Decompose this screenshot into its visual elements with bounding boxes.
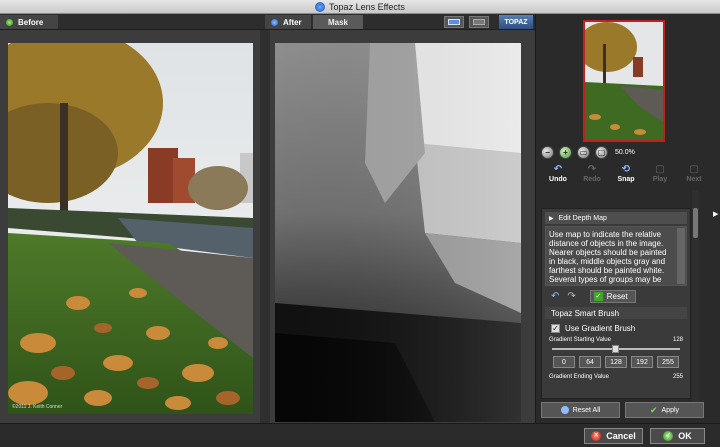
redo-icon: ↷ bbox=[587, 164, 597, 175]
preset-192-button[interactable]: 192 bbox=[631, 356, 653, 368]
slider-knob[interactable] bbox=[612, 345, 619, 353]
split-view-button[interactable] bbox=[469, 16, 489, 28]
tab-mask[interactable]: Mask bbox=[313, 15, 363, 29]
smart-brush-header: Topaz Smart Brush bbox=[545, 307, 687, 319]
gradient-end-value: 255 bbox=[672, 374, 683, 380]
redo-button[interactable]: ↷ Redo bbox=[575, 164, 609, 188]
window-title: Topaz Lens Effects bbox=[329, 1, 405, 12]
cancel-label: Cancel bbox=[606, 431, 636, 441]
settings-panel: ▶ Edit Depth Map Use map to indicate the… bbox=[541, 208, 691, 399]
use-gradient-label: Use Gradient Brush bbox=[565, 323, 636, 333]
reset-all-button[interactable]: Reset All bbox=[541, 402, 620, 418]
gradient-start-label: Gradient Starting Value bbox=[549, 337, 611, 343]
tab-mask-label: Mask bbox=[327, 17, 348, 27]
after-dot-icon bbox=[271, 18, 278, 26]
depth-map-undo-row: ↶ ↷ ✓ Reset bbox=[545, 289, 687, 303]
zoom-in-icon[interactable]: + bbox=[559, 145, 572, 159]
reset-all-label: Reset All bbox=[572, 406, 601, 414]
gradient-start-value: 128 bbox=[672, 337, 683, 343]
navigator-thumbnail[interactable] bbox=[583, 20, 665, 142]
snap-label: Snap bbox=[617, 176, 635, 183]
panel-scrollbar[interactable] bbox=[692, 190, 699, 411]
zoom-out-icon[interactable]: − bbox=[541, 145, 554, 159]
reset-label: Reset bbox=[606, 291, 628, 301]
brush-redo-icon[interactable]: ↷ bbox=[567, 291, 575, 302]
depth-mask-svg bbox=[275, 43, 521, 422]
use-gradient-checkbox[interactable]: ✓ bbox=[551, 323, 560, 333]
fit-icon[interactable]: ▭ bbox=[577, 145, 590, 159]
actual-size-icon[interactable]: ▢ bbox=[595, 145, 608, 159]
gradient-end-row: Gradient Ending Value 255 bbox=[545, 374, 687, 380]
check-icon: ✓ bbox=[593, 291, 603, 301]
preview-tabbar: Before After Mask TOPAZ bbox=[0, 14, 535, 30]
footer-bar: ✕ Cancel ✓ OK bbox=[0, 423, 720, 447]
gradient-presets: 0 64 128 192 255 bbox=[545, 356, 687, 368]
topaz-app-icon bbox=[315, 1, 326, 12]
history-toolbar: ↶ Undo ↷ Redo ⟲ Snap ▢ Play ▢ Next bbox=[541, 164, 711, 188]
undo-button[interactable]: ↶ Undo bbox=[541, 164, 575, 188]
undo-label: Undo bbox=[549, 176, 567, 183]
brush-undo-icon[interactable]: ↶ bbox=[551, 291, 559, 302]
gradient-start-row: Gradient Starting Value 128 bbox=[545, 337, 687, 343]
ok-button[interactable]: ✓ OK bbox=[650, 428, 705, 444]
control-panel: − + ▭ ▢ 50.0% ↶ Undo ↷ Redo ⟲ Snap ▢ Play ▢ N… bbox=[535, 14, 720, 423]
gradient-start-slider[interactable] bbox=[552, 345, 680, 353]
redo-label: Redo bbox=[583, 176, 601, 183]
preset-0-button[interactable]: 0 bbox=[553, 356, 575, 368]
tab-before[interactable]: Before bbox=[0, 15, 58, 29]
tab-after[interactable]: After bbox=[265, 15, 311, 29]
navigator-photo-svg bbox=[585, 22, 663, 140]
tab-before-label: Before bbox=[18, 17, 44, 27]
snap-button[interactable]: ⟲ Snap bbox=[609, 164, 643, 188]
panel-divider bbox=[260, 30, 270, 423]
ok-icon: ✓ bbox=[663, 431, 674, 441]
next-button[interactable]: ▢ Next bbox=[677, 164, 711, 188]
undo-icon: ↶ bbox=[553, 164, 563, 175]
preset-255-button[interactable]: 255 bbox=[657, 356, 679, 368]
cancel-icon: ✕ bbox=[591, 431, 602, 441]
use-gradient-row[interactable]: ✓ Use Gradient Brush bbox=[545, 322, 687, 334]
depth-map-description: Use map to indicate the relative distanc… bbox=[545, 226, 687, 286]
zoom-controls: − + ▭ ▢ 50.0% bbox=[541, 144, 635, 160]
depth-map-description-text: Use map to indicate the relative distanc… bbox=[549, 230, 667, 284]
gradient-end-label: Gradient Ending Value bbox=[549, 374, 609, 380]
before-image[interactable]: ©2011 J. Keith Conner bbox=[8, 43, 253, 414]
panel-action-buttons: Reset All ✔ Apply bbox=[541, 402, 704, 418]
apply-check-icon: ✔ bbox=[649, 404, 658, 415]
cancel-button[interactable]: ✕ Cancel bbox=[584, 428, 643, 444]
before-dot-icon bbox=[6, 18, 13, 26]
preset-64-button[interactable]: 64 bbox=[579, 356, 601, 368]
before-photo-svg bbox=[8, 43, 253, 414]
description-scrollbar[interactable] bbox=[677, 228, 685, 284]
expand-arrow-icon: ▶ bbox=[549, 215, 554, 222]
apply-label: Apply bbox=[661, 406, 680, 414]
play-button[interactable]: ▢ Play bbox=[643, 164, 677, 188]
topaz-logo: TOPAZ bbox=[499, 15, 533, 29]
collapse-panel-arrow-icon[interactable]: ▶ bbox=[713, 210, 718, 218]
depth-map-reset-button[interactable]: ✓ Reset bbox=[589, 289, 636, 303]
reset-all-icon bbox=[560, 406, 569, 414]
depth-map-section-header[interactable]: ▶ Edit Depth Map bbox=[545, 212, 687, 224]
next-icon: ▢ bbox=[689, 164, 699, 175]
play-icon: ▢ bbox=[655, 164, 665, 175]
depth-map-title: Edit Depth Map bbox=[558, 214, 607, 222]
single-view-button[interactable] bbox=[444, 16, 464, 28]
apply-button[interactable]: ✔ Apply bbox=[625, 402, 704, 418]
ok-label: OK bbox=[678, 431, 692, 441]
photo-copyright: ©2011 J. Keith Conner bbox=[12, 404, 63, 410]
next-label: Next bbox=[686, 176, 702, 183]
tab-after-label: After bbox=[283, 17, 302, 27]
preview-area: Before After Mask TOPAZ ©2011 J. Keith C… bbox=[0, 14, 535, 423]
window-titlebar: Topaz Lens Effects bbox=[0, 0, 720, 14]
play-label: Play bbox=[652, 176, 668, 183]
single-view-icon bbox=[448, 19, 460, 25]
panel-scrollbar-thumb[interactable] bbox=[693, 208, 698, 238]
split-view-icon bbox=[473, 19, 485, 25]
preset-128-button[interactable]: 128 bbox=[605, 356, 627, 368]
zoom-level: 50.0% bbox=[615, 148, 635, 156]
after-mask-image[interactable] bbox=[275, 43, 521, 422]
snap-icon: ⟲ bbox=[621, 164, 631, 175]
